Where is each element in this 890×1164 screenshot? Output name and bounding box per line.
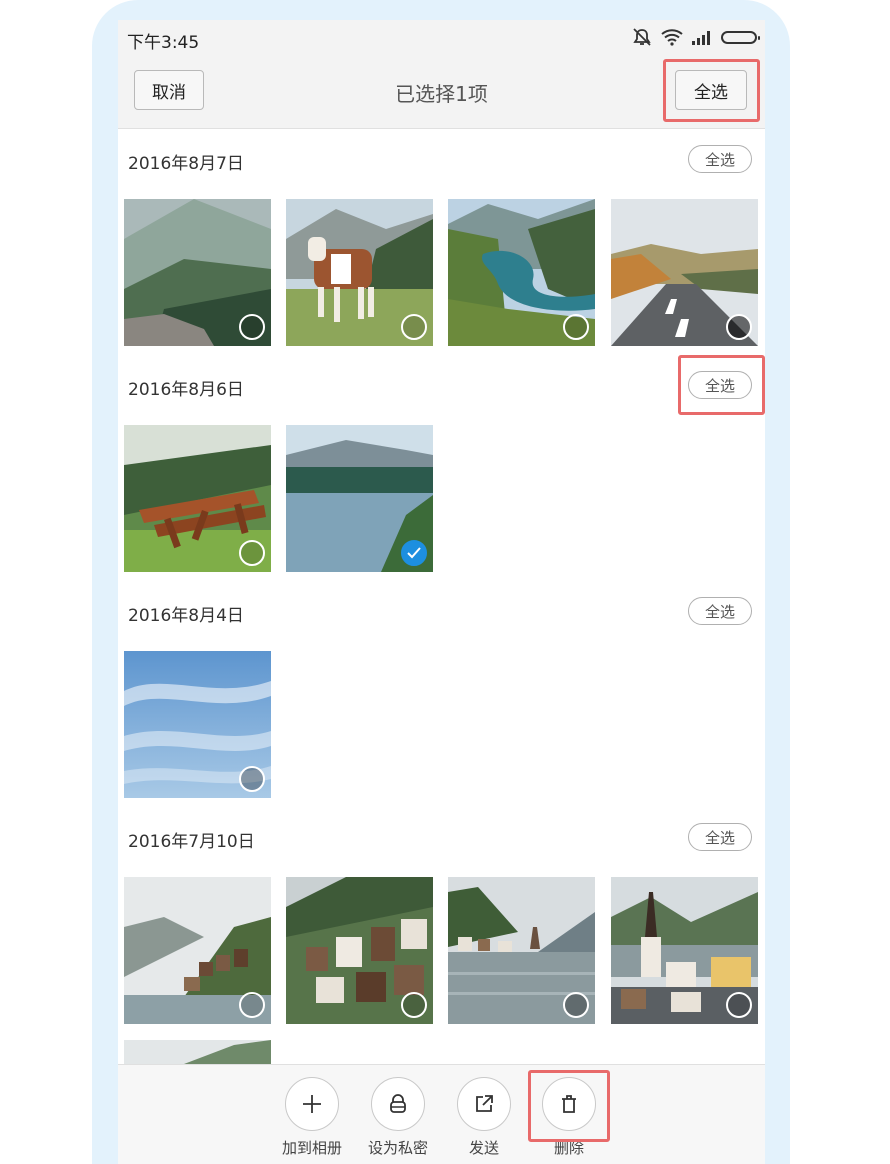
select-checkbox[interactable] (239, 766, 265, 792)
set-private-label: 设为私密 (367, 1139, 428, 1157)
battery-icon (721, 30, 760, 44)
select-checkbox[interactable] (239, 992, 265, 1018)
signal-icon (692, 31, 710, 45)
group-select-all-button[interactable]: 全选 (688, 145, 752, 173)
send-label: 发送 (468, 1139, 499, 1157)
mute-icon (633, 28, 651, 46)
share-icon (476, 1095, 493, 1112)
gallery-screen: 下午3:45 取消 已选择1项 全选 2016年8月7日 全选 2016年8月6… (118, 20, 765, 1164)
photo-thumbnail[interactable] (286, 425, 433, 572)
photo-thumbnail[interactable] (286, 199, 433, 346)
highlight-delete (528, 1070, 610, 1142)
add-to-album-button[interactable]: 加到相册 (272, 1077, 352, 1158)
highlight-select-all (663, 59, 760, 122)
group-date: 2016年8月4日 (128, 606, 244, 626)
photo-thumbnail[interactable] (611, 877, 758, 1024)
lock-icon (390, 1094, 406, 1113)
photo-thumbnail[interactable] (448, 199, 595, 346)
bottom-action-bar: 加到相册 设为私密 发送 删除 (118, 1064, 765, 1164)
select-checkbox[interactable] (239, 540, 265, 566)
set-private-button[interactable]: 设为私密 (358, 1077, 438, 1158)
wifi-icon (661, 29, 683, 46)
photo-thumbnail[interactable] (124, 199, 271, 346)
select-checkbox[interactable] (726, 314, 752, 340)
group-select-all-button[interactable]: 全选 (688, 823, 752, 851)
group-date: 2016年8月7日 (128, 154, 244, 174)
send-button[interactable]: 发送 (444, 1077, 524, 1158)
photo-thumbnail[interactable] (286, 877, 433, 1024)
select-checkbox[interactable] (563, 992, 589, 1018)
add-to-album-label: 加到相册 (281, 1139, 342, 1157)
photo-thumbnail[interactable] (124, 425, 271, 572)
select-checkbox[interactable] (239, 314, 265, 340)
select-checkbox[interactable] (726, 992, 752, 1018)
select-checkbox[interactable] (401, 314, 427, 340)
group-date: 2016年8月6日 (128, 380, 244, 400)
group-date: 2016年7月10日 (128, 832, 255, 852)
photo-thumbnail[interactable] (124, 651, 271, 798)
checkmark-icon (407, 547, 421, 559)
photo-thumbnail[interactable] (611, 199, 758, 346)
highlight-group-select-all (678, 355, 765, 415)
group-select-all-button[interactable]: 全选 (688, 597, 752, 625)
select-checkbox[interactable] (563, 314, 589, 340)
select-checkbox[interactable] (401, 992, 427, 1018)
status-time: 下午3:45 (127, 33, 200, 53)
photo-thumbnail[interactable] (448, 877, 595, 1024)
status-icons (631, 26, 760, 48)
photo-thumbnail[interactable] (124, 1040, 271, 1064)
photo-thumbnail[interactable] (124, 877, 271, 1024)
plus-icon (303, 1095, 321, 1113)
